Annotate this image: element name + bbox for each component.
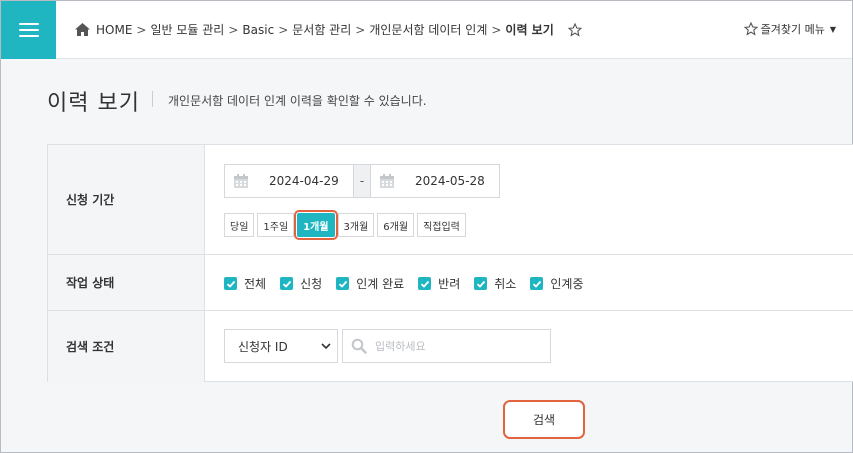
status-checkbox-group: 전체 신청 인계 완료 반려 취소 인계중 [224, 275, 597, 292]
hamburger-menu-button[interactable] [1, 1, 56, 59]
breadcrumb-item-handover[interactable]: 개인문서함 데이터 인계 [369, 21, 487, 38]
status-checkbox-cancelled[interactable]: 취소 [474, 275, 516, 292]
condition-select-value: 신청자 ID [238, 339, 288, 354]
status-checkbox-in-progress[interactable]: 인계중 [530, 275, 583, 292]
chevron-down-icon [321, 343, 331, 350]
checkbox-checked-icon[interactable] [474, 277, 488, 290]
home-icon[interactable] [74, 22, 91, 37]
breadcrumb-separator: > [355, 22, 366, 37]
period-button-6months[interactable]: 6개월 [377, 213, 415, 237]
start-date-input[interactable]: 2024-04-29 [224, 164, 354, 198]
checkbox-checked-icon[interactable] [336, 277, 350, 290]
start-date-value: 2024-04-29 [269, 174, 339, 188]
status-checkbox-label: 인계 완료 [356, 277, 405, 291]
star-outline-icon[interactable] [567, 22, 582, 37]
end-date-input[interactable]: 2024-05-28 [370, 164, 500, 198]
status-row: 작업 상태 전체 신청 인계 완료 반려 취소 인계중 [48, 255, 853, 311]
end-date-value: 2024-05-28 [415, 174, 485, 188]
breadcrumb-item-module[interactable]: 일반 모듈 관리 [150, 21, 224, 38]
breadcrumb-item-basic[interactable]: Basic [242, 23, 274, 37]
page-title: 이력 보기 [47, 91, 140, 116]
checkbox-checked-icon[interactable] [530, 277, 544, 290]
period-button-1month[interactable]: 1개월 [294, 210, 338, 240]
breadcrumb: HOME > 일반 모듈 관리 > Basic > 문서함 관리 > 개인문서함… [74, 21, 582, 38]
status-label: 작업 상태 [48, 255, 205, 310]
star-outline-icon [743, 22, 758, 36]
period-row: 신청 기간 2024-04-29 - 2024-05-28 당일 1주일 1개월… [48, 145, 853, 255]
page-description: 개인문서함 데이터 인계 이력을 확인할 수 있습니다. [168, 94, 427, 108]
status-checkbox-label: 반려 [438, 277, 461, 291]
period-button-today[interactable]: 당일 [224, 213, 255, 237]
calendar-icon[interactable] [233, 173, 249, 189]
status-checkbox-rejected[interactable]: 반려 [418, 275, 460, 292]
search-field[interactable] [342, 329, 551, 363]
title-divider [152, 91, 153, 107]
breadcrumb-current: 이력 보기 [505, 23, 554, 37]
favorites-menu-dropdown[interactable]: 즐겨찾기 메뉴 ▼ [743, 21, 836, 37]
breadcrumb-item-docbox[interactable]: 문서함 관리 [292, 21, 351, 38]
status-checkbox-label: 전체 [244, 277, 267, 291]
calendar-icon[interactable] [379, 173, 395, 189]
status-checkbox-all[interactable]: 전체 [224, 275, 266, 292]
search-input[interactable] [375, 339, 545, 353]
top-bar: HOME > 일반 모듈 관리 > Basic > 문서함 관리 > 개인문서함… [1, 1, 852, 59]
checkbox-checked-icon[interactable] [224, 277, 237, 290]
condition-select[interactable]: 신청자 ID [224, 329, 338, 363]
breadcrumb-separator: > [136, 22, 147, 37]
caret-down-icon: ▼ [829, 24, 836, 34]
status-checkbox-label: 취소 [494, 277, 517, 291]
status-checkbox-requested[interactable]: 신청 [280, 275, 322, 292]
period-buttons: 당일 1주일 1개월 3개월 6개월 직접입력 [224, 210, 469, 240]
condition-label: 검색 조건 [48, 311, 205, 382]
breadcrumb-separator: > [228, 22, 239, 37]
status-checkbox-completed[interactable]: 인계 완료 [336, 275, 404, 292]
checkbox-checked-icon[interactable] [280, 277, 294, 290]
period-button-1week[interactable]: 1주일 [257, 213, 295, 237]
breadcrumb-separator: > [278, 22, 289, 37]
date-range-separator: - [354, 164, 370, 198]
search-button[interactable]: 검색 [503, 400, 585, 439]
checkbox-checked-icon[interactable] [418, 277, 432, 290]
breadcrumb-item-home[interactable]: HOME [96, 23, 132, 37]
status-checkbox-label: 신청 [300, 277, 323, 291]
hamburger-icon [18, 19, 39, 41]
period-button-custom[interactable]: 직접입력 [417, 213, 466, 237]
search-form: 신청 기간 2024-04-29 - 2024-05-28 당일 1주일 1개월… [47, 144, 853, 382]
status-checkbox-label: 인계중 [550, 277, 584, 291]
period-button-3months[interactable]: 3개월 [337, 213, 375, 237]
period-label: 신청 기간 [48, 145, 205, 254]
favorites-menu-label: 즐겨찾기 메뉴 [760, 23, 825, 36]
search-icon [351, 338, 367, 354]
breadcrumb-separator: > [491, 22, 502, 37]
condition-row: 검색 조건 신청자 ID [48, 311, 853, 382]
